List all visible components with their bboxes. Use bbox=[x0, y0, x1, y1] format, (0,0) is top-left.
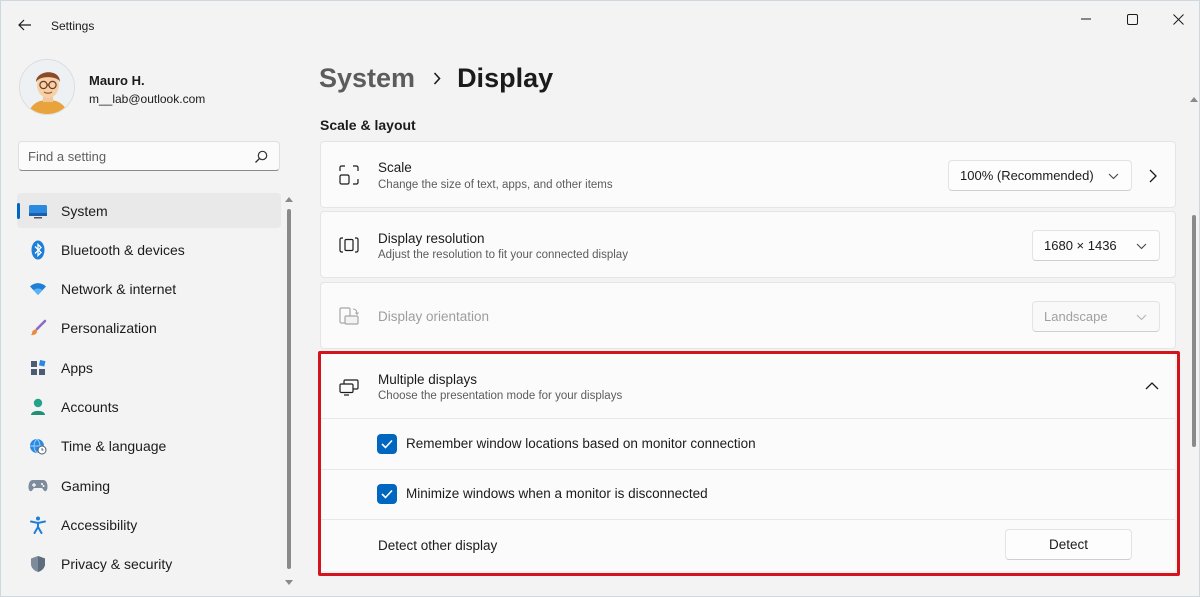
sidebar-item-label: Network & internet bbox=[61, 281, 177, 298]
multiple-displays-header[interactable]: Multiple displays Choose the presentatio… bbox=[321, 353, 1175, 419]
back-button[interactable] bbox=[11, 13, 39, 37]
user-name: Mauro H. bbox=[89, 73, 145, 88]
breadcrumb-parent[interactable]: System bbox=[319, 63, 415, 94]
chevron-up-icon[interactable] bbox=[1145, 381, 1159, 390]
sidebar-item-time-language[interactable]: Time & language bbox=[17, 429, 281, 464]
checkmark-icon bbox=[381, 439, 393, 449]
minimize-windows-row[interactable]: Minimize windows when a monitor is disco… bbox=[321, 470, 1175, 520]
settings-window: Settings Mauro H. m__lab@outlook.com Fin… bbox=[0, 0, 1200, 597]
sidebar-item-system[interactable]: System bbox=[17, 193, 281, 228]
sidebar-item-accessibility[interactable]: Accessibility bbox=[17, 507, 281, 542]
resolution-dropdown[interactable]: 1680 × 1436 bbox=[1032, 230, 1160, 261]
back-arrow-icon bbox=[18, 19, 31, 31]
sidebar-item-label: Gaming bbox=[61, 477, 111, 494]
close-button[interactable] bbox=[1155, 5, 1200, 33]
avatar-illustration-icon bbox=[20, 60, 74, 114]
search-input[interactable] bbox=[28, 148, 248, 165]
minimize-windows-label: Minimize windows when a monitor is disco… bbox=[406, 486, 708, 501]
avatar[interactable] bbox=[19, 59, 75, 115]
resolution-subtitle: Adjust the resolution to fit your connec… bbox=[378, 249, 628, 261]
resolution-title: Display resolution bbox=[378, 231, 485, 246]
orientation-card: Display orientation Landscape bbox=[320, 282, 1176, 349]
resolution-dropdown-value: 1680 × 1436 bbox=[1044, 238, 1117, 253]
search-icon[interactable] bbox=[253, 149, 269, 165]
globe-clock-icon bbox=[28, 436, 48, 456]
checkmark-icon bbox=[381, 489, 393, 499]
brush-icon bbox=[28, 318, 48, 338]
remember-window-locations-label: Remember window locations based on monit… bbox=[406, 436, 756, 451]
sidebar-item-privacy-security[interactable]: Privacy & security bbox=[17, 547, 281, 582]
shield-icon bbox=[28, 554, 48, 574]
scale-icon bbox=[339, 165, 359, 185]
orientation-dropdown-value: Landscape bbox=[1044, 309, 1108, 324]
chevron-down-icon bbox=[1136, 314, 1147, 321]
sidebar-item-label: Accounts bbox=[61, 398, 119, 415]
section-title: Scale & layout bbox=[320, 117, 416, 133]
app-title: Settings bbox=[51, 19, 95, 33]
page-title: Display bbox=[457, 62, 554, 93]
resolution-card[interactable]: Display resolution Adjust the resolution… bbox=[320, 211, 1176, 278]
multiple-displays-expander: Multiple displays Choose the presentatio… bbox=[321, 353, 1175, 571]
scale-dropdown[interactable]: 100% (Recommended) bbox=[948, 160, 1132, 191]
sidebar-item-network[interactable]: Network & internet bbox=[17, 272, 281, 307]
orientation-title: Display orientation bbox=[378, 309, 490, 324]
scroll-down-arrow-icon[interactable] bbox=[285, 580, 293, 585]
multiple-displays-icon bbox=[339, 379, 359, 396]
detect-display-row: Detect other display Detect bbox=[321, 520, 1175, 570]
scale-card[interactable]: Scale Change the size of text, apps, and… bbox=[320, 141, 1176, 208]
sidebar-item-personalization[interactable]: Personalization bbox=[17, 311, 281, 346]
breadcrumb: System Display bbox=[319, 61, 553, 95]
sidebar-item-label: Time & language bbox=[61, 438, 167, 455]
chevron-right-icon[interactable] bbox=[1147, 169, 1159, 183]
sidebar-item-label: Apps bbox=[61, 359, 93, 376]
orientation-dropdown: Landscape bbox=[1032, 301, 1160, 332]
apps-icon bbox=[28, 358, 48, 378]
sidebar-item-label: Bluetooth & devices bbox=[61, 241, 185, 258]
sidebar-item-label: Privacy & security bbox=[61, 556, 173, 573]
scroll-up-arrow-icon[interactable] bbox=[1190, 97, 1198, 102]
sidebar-scroll-thumb[interactable] bbox=[287, 209, 291, 569]
remember-window-locations-row[interactable]: Remember window locations based on monit… bbox=[321, 420, 1175, 470]
maximize-icon bbox=[1126, 13, 1138, 25]
sidebar-item-gaming[interactable]: Gaming bbox=[17, 468, 281, 503]
wifi-icon bbox=[28, 279, 48, 299]
minimize-button[interactable] bbox=[1063, 5, 1109, 33]
main-scroll-thumb[interactable] bbox=[1192, 215, 1196, 447]
sidebar-nav: System Bluetooth & devices Network & int… bbox=[17, 193, 281, 586]
orientation-icon bbox=[339, 307, 359, 325]
sidebar-item-label: Personalization bbox=[61, 320, 157, 337]
sidebar-item-bluetooth[interactable]: Bluetooth & devices bbox=[17, 232, 281, 267]
monitor-icon bbox=[28, 201, 48, 221]
scroll-up-arrow-icon[interactable] bbox=[285, 197, 293, 202]
scale-subtitle: Change the size of text, apps, and other… bbox=[378, 179, 613, 191]
minimize-windows-checkbox[interactable] bbox=[377, 484, 397, 504]
accessibility-icon bbox=[28, 515, 48, 535]
maximize-button[interactable] bbox=[1109, 5, 1155, 33]
multiple-displays-title: Multiple displays bbox=[378, 372, 478, 387]
scale-dropdown-value: 100% (Recommended) bbox=[960, 168, 1094, 183]
bluetooth-icon bbox=[28, 240, 48, 260]
gamepad-icon bbox=[28, 476, 48, 496]
detect-button[interactable]: Detect bbox=[1005, 529, 1132, 560]
remember-window-locations-checkbox[interactable] bbox=[377, 434, 397, 454]
close-icon bbox=[1172, 13, 1184, 25]
chevron-down-icon bbox=[1108, 173, 1119, 180]
sidebar-item-label: Accessibility bbox=[61, 516, 138, 533]
detect-display-label: Detect other display bbox=[378, 538, 498, 553]
chevron-right-icon bbox=[433, 71, 441, 85]
main-scrollbar[interactable] bbox=[1190, 97, 1198, 597]
sidebar-item-label: System bbox=[61, 202, 108, 219]
scale-title: Scale bbox=[378, 160, 412, 175]
title-bar: Settings bbox=[1, 1, 1199, 49]
sidebar-scrollbar[interactable] bbox=[285, 197, 293, 585]
chevron-down-icon bbox=[1136, 243, 1147, 250]
minimize-icon bbox=[1081, 18, 1091, 20]
user-email: m__lab@outlook.com bbox=[89, 92, 206, 106]
sidebar-item-apps[interactable]: Apps bbox=[17, 350, 281, 385]
person-icon bbox=[28, 397, 48, 417]
resolution-icon bbox=[339, 237, 359, 253]
search-box[interactable] bbox=[18, 141, 280, 171]
multiple-displays-subtitle: Choose the presentation mode for your di… bbox=[378, 390, 623, 402]
sidebar-item-accounts[interactable]: Accounts bbox=[17, 389, 281, 424]
